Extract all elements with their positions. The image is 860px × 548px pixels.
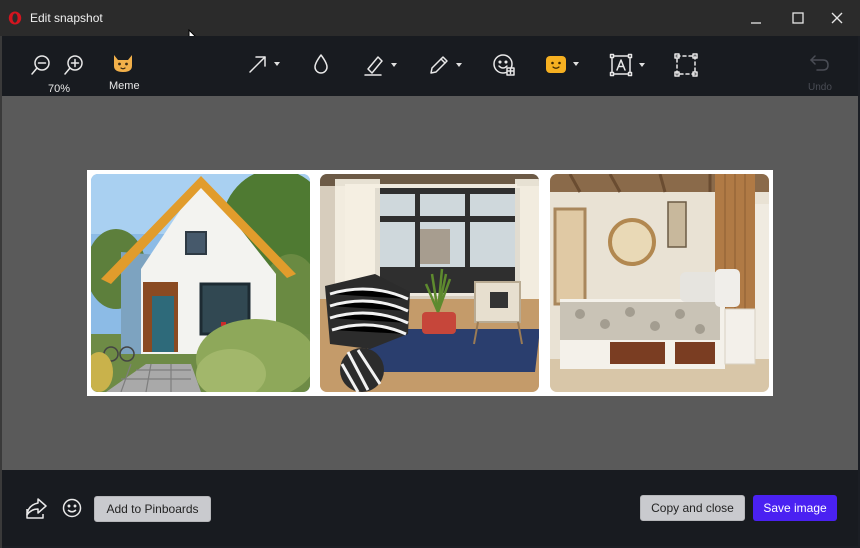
minimize-button[interactable] <box>733 0 779 36</box>
share-button[interactable] <box>24 497 48 524</box>
maximize-icon <box>792 12 804 24</box>
zoom-in-icon <box>64 55 83 75</box>
chevron-down-icon <box>274 62 280 66</box>
bedroom-photo <box>550 174 769 392</box>
sticker-emoji-icon <box>493 54 515 76</box>
close-icon <box>831 12 843 24</box>
chevron-down-icon <box>456 63 462 67</box>
house-exterior-photo <box>91 174 310 392</box>
chevron-down-icon <box>573 62 579 66</box>
close-button[interactable] <box>814 0 860 36</box>
add-to-pinboards-button[interactable]: Add to Pinboards <box>94 496 211 522</box>
highlighter-icon <box>364 56 383 76</box>
text-tool-icon <box>609 53 633 77</box>
undo-button[interactable] <box>810 54 830 72</box>
crop-select-icon <box>674 53 698 77</box>
zoom-out-icon <box>31 55 50 75</box>
pencil-icon <box>430 56 448 74</box>
title-bar: Edit snapshot <box>0 0 860 47</box>
smiley-icon <box>62 498 82 518</box>
share-icon <box>26 498 47 519</box>
living-room-photo <box>320 174 539 392</box>
pencil-tool-button[interactable] <box>428 54 462 76</box>
face-sticker-icon <box>546 56 566 73</box>
text-tool-button[interactable] <box>609 53 645 77</box>
highlighter-tool-button[interactable] <box>363 54 397 76</box>
face-sticker-button[interactable] <box>545 54 579 74</box>
window-title: Edit snapshot <box>30 11 103 25</box>
zoom-level: 70% <box>48 83 71 95</box>
undo-icon <box>810 55 829 71</box>
arrow-tool-icon <box>249 56 266 73</box>
blur-tool-button[interactable] <box>313 53 329 75</box>
save-image-button[interactable]: Save image <box>753 495 837 521</box>
meme-cat-icon <box>114 55 132 72</box>
meme-label: Meme <box>109 80 140 92</box>
undo-label: Undo <box>808 82 832 93</box>
zoom-in-button[interactable] <box>63 54 85 76</box>
emoji-button[interactable] <box>62 498 82 523</box>
snapshot-image[interactable] <box>87 170 773 396</box>
chevron-down-icon <box>639 63 645 67</box>
meme-button[interactable] <box>111 51 135 73</box>
bottom-bar: Add to Pinboards Copy and close Save ima… <box>2 470 858 546</box>
zoom-out-button[interactable] <box>30 54 52 76</box>
crop-select-button[interactable] <box>674 53 698 77</box>
copy-and-close-button[interactable]: Copy and close <box>640 495 745 521</box>
toolbar: 70% Meme Undo <box>2 36 858 96</box>
arrow-tool-button[interactable] <box>248 54 280 74</box>
blur-drop-icon <box>314 54 328 74</box>
sticker-tool-button[interactable] <box>492 53 516 77</box>
minimize-icon <box>751 22 761 24</box>
opera-logo-icon <box>8 11 22 25</box>
chevron-down-icon <box>391 63 397 67</box>
canvas-area <box>2 96 858 470</box>
